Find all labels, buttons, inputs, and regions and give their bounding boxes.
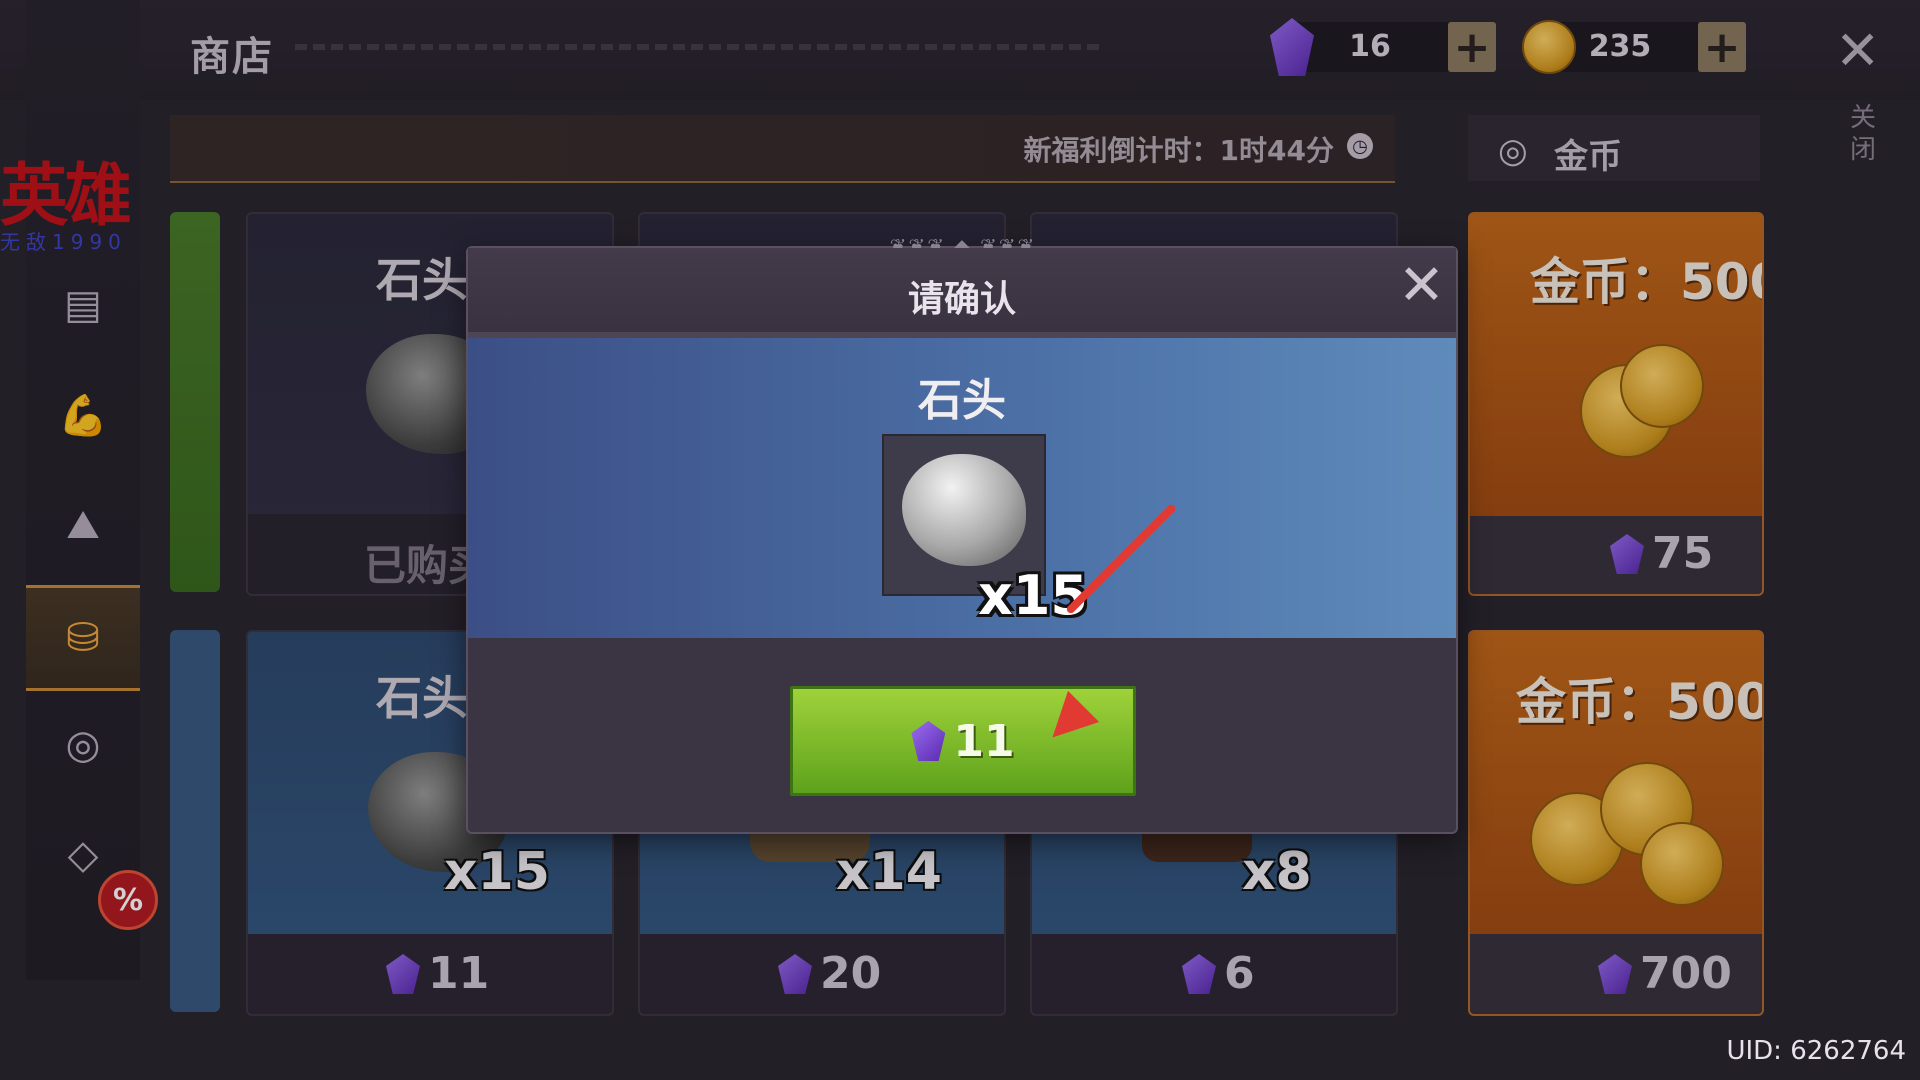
confirm-buy-button[interactable]: 11 (790, 686, 1136, 796)
gem-icon (911, 721, 946, 761)
confirm-dialog: ❦❦❦ ◆ ❦❦❦ 请确认 ✕ 石头 x15 11 (466, 234, 1458, 834)
dialog-header: 请确认 ✕ (468, 248, 1456, 338)
buy-price: 11 (953, 715, 1015, 767)
dialog-item-panel: 石头 x15 (468, 338, 1456, 638)
close-icon[interactable]: ✕ (1398, 258, 1445, 314)
uid-label: UID: 6262764 (1726, 1036, 1906, 1066)
stone-icon (902, 454, 1026, 566)
item-name: 石头 (918, 375, 1006, 426)
dialog-title: 请确认 (907, 279, 1016, 320)
item-quantity: x15 (978, 564, 1088, 627)
